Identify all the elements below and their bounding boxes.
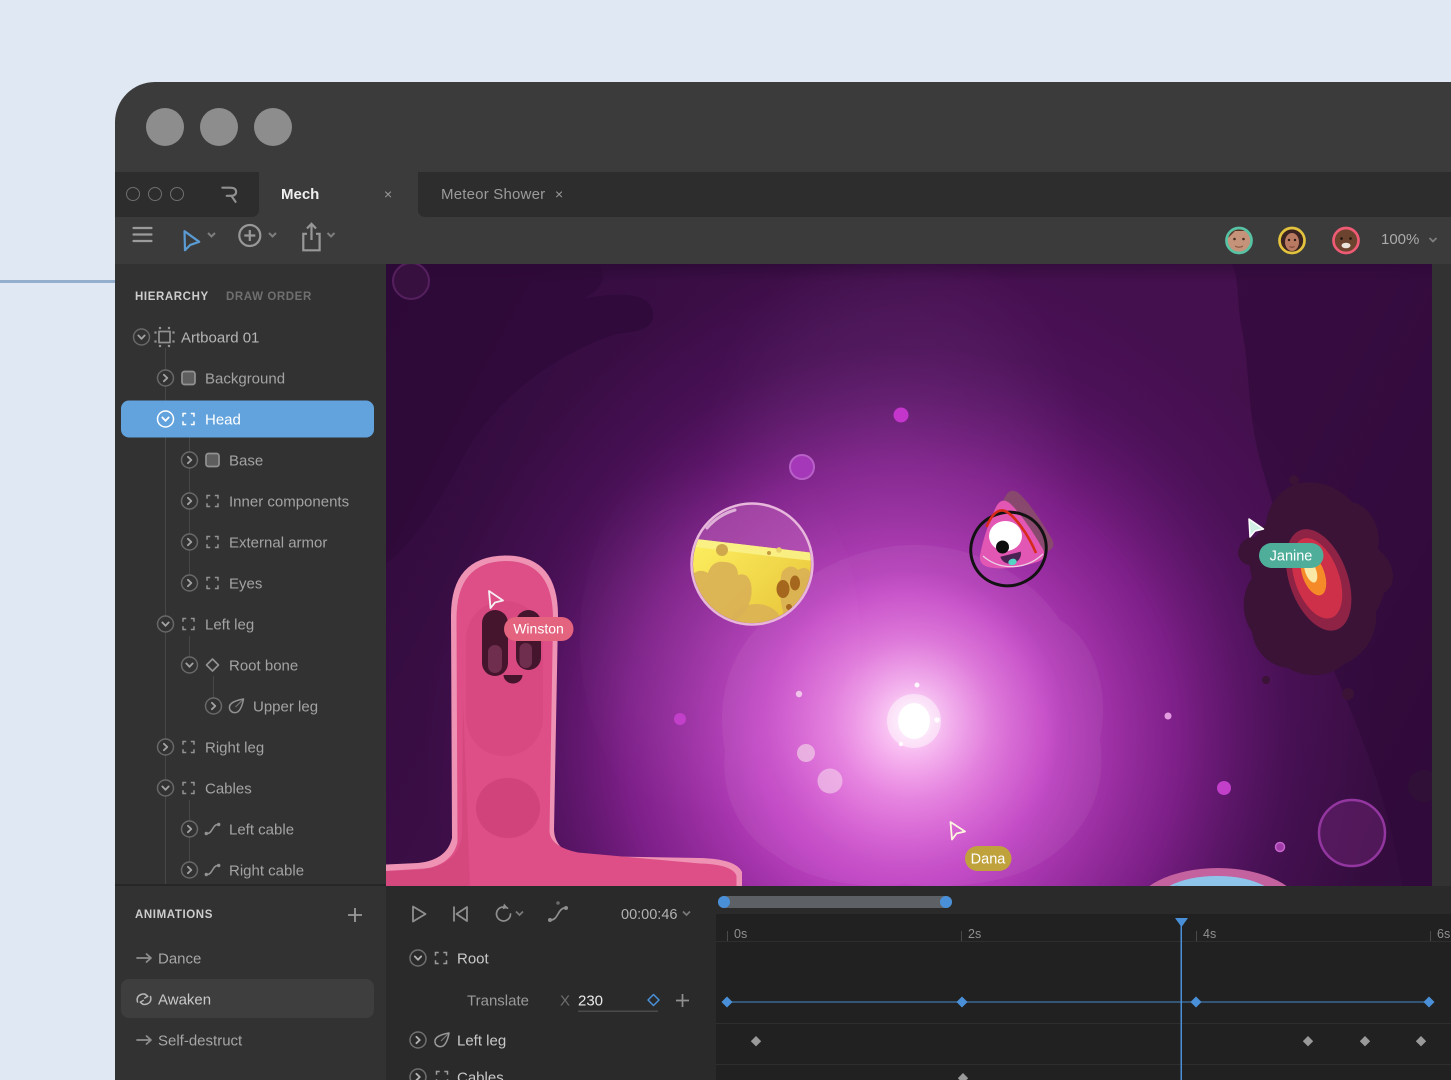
svg-text:Left leg: Left leg — [457, 1033, 506, 1050]
svg-text:230: 230 — [578, 993, 603, 1010]
svg-text:Janine: Janine — [1270, 549, 1313, 565]
svg-text:X: X — [560, 993, 570, 1010]
svg-text:Dance: Dance — [158, 951, 201, 968]
svg-text:Awaken: Awaken — [158, 992, 211, 1009]
svg-text:Winston: Winston — [513, 621, 564, 637]
svg-text:Root: Root — [457, 951, 490, 968]
svg-text:00:00:46: 00:00:46 — [621, 907, 677, 923]
svg-text:6s: 6s — [1437, 927, 1450, 941]
svg-text:Self-destruct: Self-destruct — [158, 1033, 243, 1050]
svg-text:Dana: Dana — [971, 852, 1007, 868]
svg-text:ANIMATIONS: ANIMATIONS — [135, 909, 213, 921]
svg-text:Cables: Cables — [457, 1070, 504, 1080]
svg-text:4s: 4s — [1203, 927, 1216, 941]
svg-text:Translate: Translate — [467, 993, 529, 1010]
